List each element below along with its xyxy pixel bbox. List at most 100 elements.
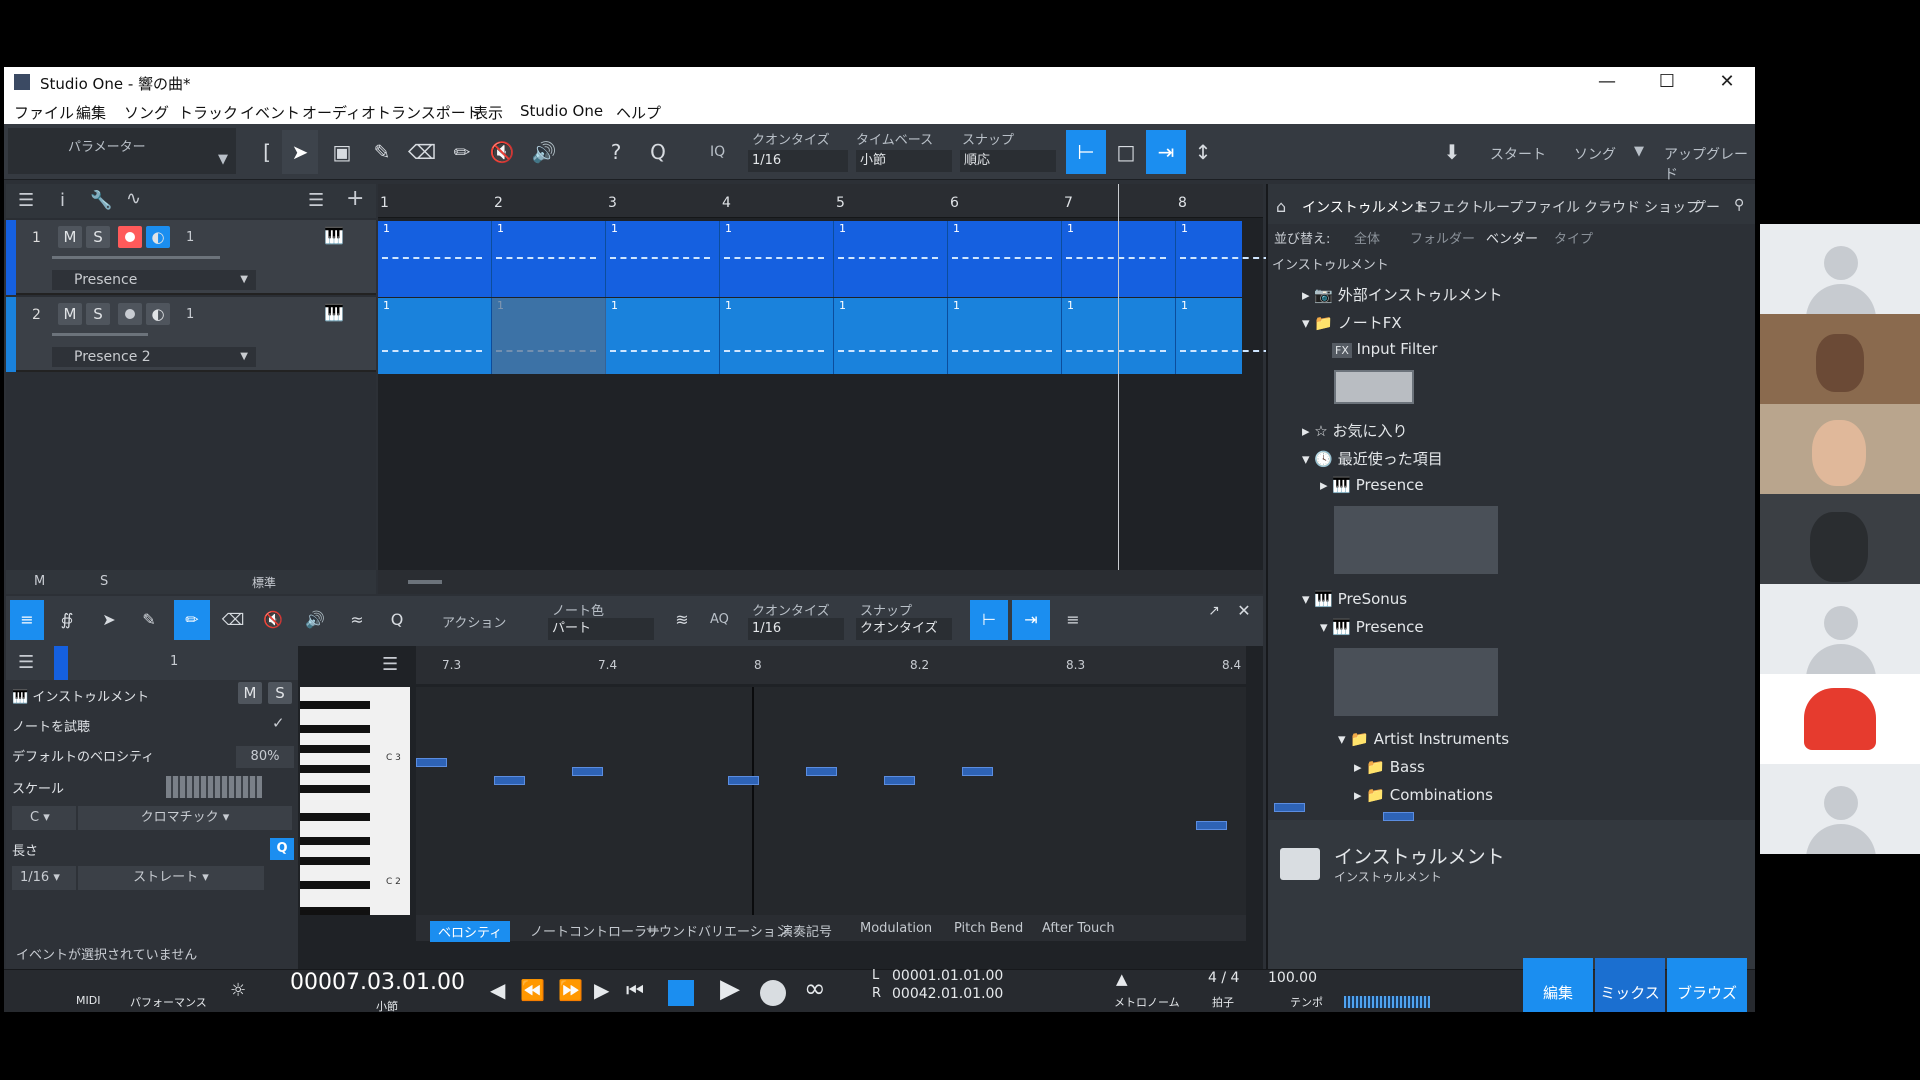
zoom-fit-icon[interactable]: ≡ [1058, 600, 1088, 640]
range-tool-icon[interactable]: ▣ [324, 130, 360, 174]
automation-icon[interactable]: ∿ [126, 188, 141, 209]
auto-scroll-icon[interactable]: ⇥ [1146, 130, 1186, 174]
black-key[interactable] [300, 907, 370, 915]
mute-tool-icon[interactable]: 🔇 [256, 600, 290, 640]
home-icon[interactable]: ⌂ [1276, 197, 1286, 216]
midi-note[interactable] [494, 776, 525, 785]
record-button[interactable] [760, 980, 786, 1006]
editor-snap-select[interactable]: クオンタイズ [856, 618, 952, 640]
arrangement-view[interactable]: 1 2 3 4 5 6 7 8 1 1 1 1 1 1 1 1 1 1 1 1 1 1 1 1 [378, 184, 1290, 594]
search-icon[interactable]: ⚲ [1734, 197, 1744, 213]
tree-item-external[interactable]: ▸ 📷 外部インストゥルメント [1302, 284, 1502, 305]
snap-event-icon[interactable]: □ [1108, 130, 1144, 174]
action-menu[interactable]: アクション [442, 612, 506, 631]
tab-loops[interactable]: ループ [1482, 197, 1523, 217]
midi-part[interactable]: 1 [834, 221, 948, 297]
participant-video[interactable] [1760, 314, 1920, 404]
download-icon[interactable]: ⬇ [1432, 130, 1472, 174]
menu-audio[interactable]: オーディオ [302, 102, 376, 123]
midi-note[interactable] [806, 767, 837, 776]
midi-part[interactable]: 1 [720, 298, 834, 374]
metronome-icon[interactable]: ▲ [1116, 970, 1128, 988]
velocity-value[interactable]: 80% [236, 746, 294, 768]
black-key[interactable] [300, 785, 370, 793]
participant-tile[interactable] [1760, 764, 1920, 854]
midi-note[interactable] [884, 776, 915, 785]
listen-tool-icon[interactable]: 🔊 [298, 600, 332, 640]
maximize-button[interactable]: ☐ [1644, 69, 1690, 95]
arrow-tool-icon[interactable]: ➤ [92, 600, 126, 640]
presence-thumbnail[interactable] [1334, 648, 1498, 716]
tree-item-bass[interactable]: ▸ 📁 Bass [1354, 758, 1425, 776]
menu-transport[interactable]: トランスポート [376, 102, 481, 123]
participant-avatar-tile[interactable] [1760, 674, 1920, 764]
editor-ruler[interactable]: 7.3 7.4 8 8.2 8.3 8.4 [416, 646, 1246, 684]
inspector-icon[interactable]: ≡ [10, 600, 44, 640]
piano-keyboard[interactable]: C 3 C 2 [300, 687, 410, 915]
tab-files[interactable]: ファイル [1524, 197, 1580, 217]
midi-part[interactable]: 1 [492, 221, 606, 297]
black-key[interactable] [300, 813, 370, 821]
play-button[interactable]: ▶ [720, 974, 740, 1004]
eraser-tool-icon[interactable]: ⌫ [216, 600, 250, 640]
rewind-icon[interactable]: ⏪ [520, 978, 545, 1002]
eraser-tool-icon[interactable]: ⌫ [404, 130, 440, 174]
midi-part[interactable]: 1 [834, 298, 948, 374]
monitor-button[interactable]: ◐ [146, 226, 170, 248]
fast-forward-icon[interactable]: ⏩ [558, 978, 583, 1002]
editor-solo-button[interactable]: S [268, 682, 292, 704]
volume-slider[interactable] [52, 256, 220, 259]
tree-item-input-filter[interactable]: FX Input Filter [1332, 340, 1437, 358]
participant-video[interactable] [1760, 494, 1920, 584]
tab-after-touch[interactable]: After Touch [1042, 921, 1115, 936]
menu-help[interactable]: ヘルプ [616, 102, 661, 123]
tab-instruments[interactable]: インストゥルメント [1302, 197, 1428, 217]
midi-part[interactable]: 1 [378, 221, 492, 297]
participant-video[interactable] [1760, 404, 1920, 494]
menu-icon[interactable]: ☰ [18, 652, 34, 673]
step-record-icon[interactable]: ∯ [50, 600, 84, 640]
black-key[interactable] [300, 725, 370, 733]
midi-note[interactable] [728, 776, 759, 785]
edit-view-button[interactable]: 編集 [1523, 958, 1593, 1012]
start-page-button[interactable]: スタート [1490, 144, 1546, 164]
arrow-tool-icon[interactable]: ➤ [282, 130, 318, 174]
track-row[interactable]: 1 M S ◐ 1 🎹 Presence ▼ [6, 220, 376, 295]
chevron-down-icon[interactable]: ▼ [1634, 144, 1644, 159]
presence-thumbnail[interactable] [1334, 506, 1498, 574]
midi-part[interactable]: 1 [720, 221, 834, 297]
follow-icon[interactable]: ↕ [1188, 130, 1218, 174]
stop-button[interactable] [668, 980, 694, 1006]
menu-track[interactable]: トラック [178, 102, 238, 123]
paint-tool-icon[interactable]: ✏ [444, 130, 480, 174]
add-track-icon[interactable]: + [346, 186, 364, 211]
listen-tool-icon[interactable]: 🔊 [526, 130, 562, 174]
midi-part[interactable]: 1 [606, 298, 720, 374]
tree-item-artist-instruments[interactable]: ▾ 📁 Artist Instruments [1338, 730, 1509, 748]
menu-edit[interactable]: 編集 [76, 102, 106, 123]
tree-item-recent[interactable]: ▾ 🕓 最近使った項目 [1302, 448, 1443, 469]
browse-view-button[interactable]: ブラウズ [1667, 958, 1747, 1012]
participant-tile[interactable] [1760, 224, 1920, 314]
split-tool-icon[interactable]: ✎ [364, 130, 400, 174]
horizontal-scrollbar[interactable] [378, 570, 1263, 594]
transform-icon[interactable]: ≋ [668, 600, 696, 640]
note-grid[interactable] [416, 687, 1414, 915]
tab-pool[interactable]: プー [1692, 197, 1720, 217]
tree-item-presence-recent[interactable]: ▸ 🎹 Presence [1320, 476, 1424, 494]
forward-icon[interactable]: ▶ [594, 978, 609, 1002]
tree-item-favorites[interactable]: ▸ ☆ お気に入り [1302, 420, 1408, 441]
tab-velocity[interactable]: ベロシティ [430, 921, 511, 942]
midi-note[interactable] [416, 758, 447, 767]
mute-tool-icon[interactable]: 🔇 [484, 130, 520, 174]
list-icon[interactable]: ☰ [308, 190, 324, 211]
tree-item-combinations[interactable]: ▸ 📁 Combinations [1354, 786, 1493, 804]
length-type-select[interactable]: ストレート ▾ [78, 866, 264, 890]
record-arm-button[interactable] [118, 303, 142, 325]
mute-button[interactable]: M [58, 226, 82, 248]
tab-articulation[interactable]: 演奏記号 [780, 921, 832, 940]
quantize-length-icon[interactable]: Q [270, 838, 294, 860]
editor-track-select[interactable]: 1 [170, 654, 178, 669]
menu-event[interactable]: イベント [240, 102, 300, 123]
bend-tool-icon[interactable]: ≈ [340, 600, 374, 640]
